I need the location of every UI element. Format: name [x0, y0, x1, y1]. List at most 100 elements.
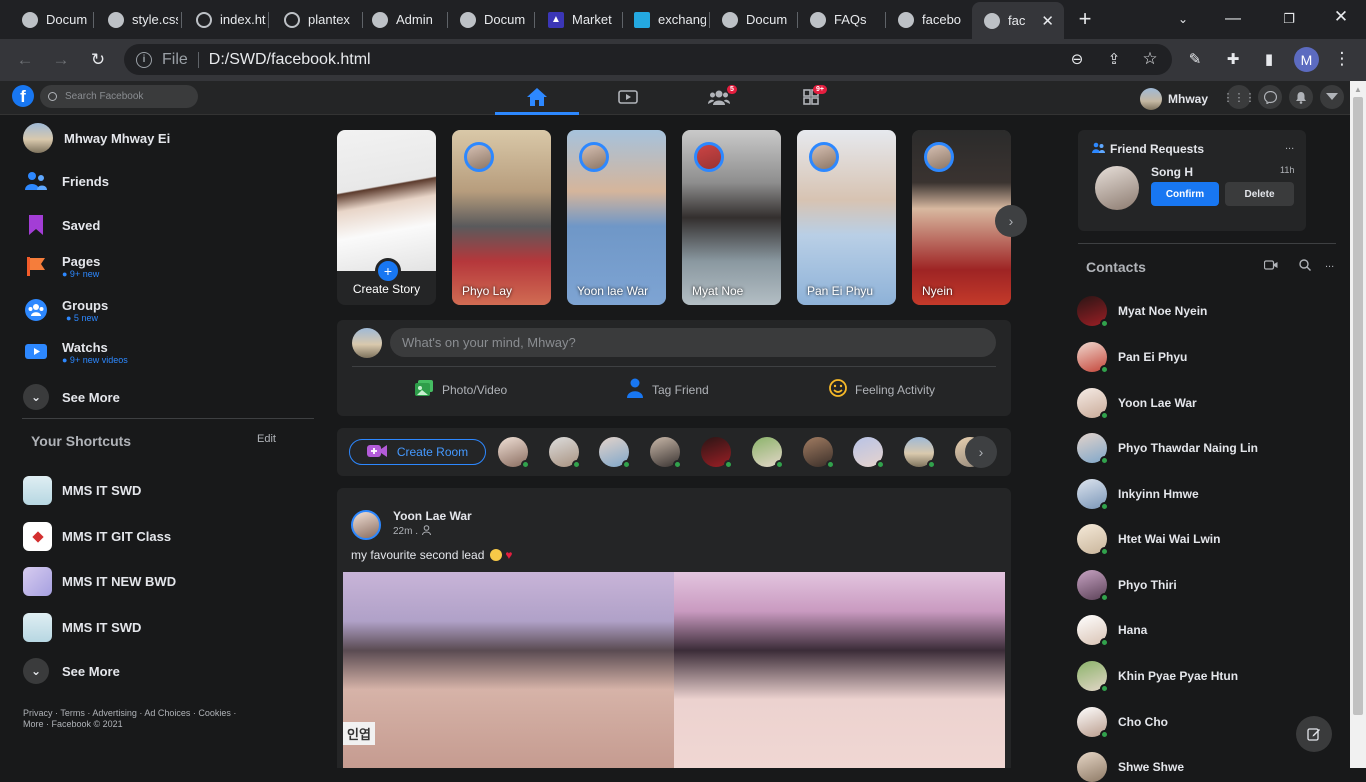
browser-tab[interactable]: FAQs — [798, 6, 882, 33]
avatar[interactable] — [1095, 166, 1139, 210]
browser-tab[interactable]: style.css — [96, 6, 178, 33]
new-message-edit-icon[interactable] — [1296, 716, 1332, 752]
browser-tab[interactable]: ▲ Market — [536, 6, 618, 33]
room-contact-avatar[interactable] — [752, 437, 784, 469]
status-input[interactable]: What's on your mind, Mhway? — [390, 328, 996, 357]
photo-video-button[interactable]: Photo/Video — [415, 380, 507, 399]
zoom-icon[interactable]: ⊖ — [1066, 48, 1088, 70]
browser-tab[interactable]: plantex — [272, 6, 360, 33]
messenger-icon[interactable] — [1258, 85, 1282, 109]
close-tab-icon[interactable]: ✕ — [1041, 12, 1054, 30]
watch-icon[interactable] — [617, 87, 639, 107]
reload-icon[interactable]: ↻ — [87, 49, 109, 71]
delete-button[interactable]: Delete — [1225, 182, 1294, 206]
confirm-button[interactable]: Confirm — [1151, 182, 1219, 206]
scrollbar-thumb[interactable] — [1353, 97, 1363, 715]
contact-item[interactable]: Htet Wai Wai Lwin — [1077, 524, 1220, 556]
contacts-more-icon[interactable]: ... — [1325, 258, 1334, 270]
see-more-button[interactable]: ⌄ See More — [23, 384, 120, 410]
browser-tab[interactable]: Docum — [448, 6, 528, 33]
create-story-card[interactable]: + Create Story — [337, 130, 436, 305]
browser-tab[interactable]: index.ht — [184, 6, 266, 33]
browser-tab[interactable]: Admin — [360, 6, 444, 33]
account-dropdown-icon[interactable] — [1320, 85, 1344, 109]
see-more-shortcuts-button[interactable]: ⌄ See More — [23, 658, 120, 684]
stories-next-button[interactable]: › — [995, 205, 1027, 237]
tab-search-icon[interactable]: ⌄ — [1172, 8, 1194, 30]
create-room-button[interactable]: Create Room — [349, 439, 486, 465]
contact-item[interactable]: Yoon Lae War — [1077, 388, 1197, 420]
video-call-icon[interactable] — [1263, 258, 1278, 272]
rooms-next-button[interactable]: › — [965, 436, 997, 468]
close-window-icon[interactable]: ✕ — [1330, 6, 1352, 28]
extensions-puzzle-icon[interactable]: ✚ — [1222, 48, 1244, 70]
home-icon[interactable] — [526, 87, 548, 107]
avatar[interactable] — [351, 510, 381, 540]
facebook-logo[interactable]: f — [12, 85, 34, 107]
new-tab-button[interactable]: + — [1074, 6, 1096, 31]
shortcut-item[interactable]: MMS IT SWD — [23, 613, 141, 642]
browser-tab-active[interactable]: fac ✕ — [972, 2, 1064, 39]
restore-icon[interactable]: ❐ — [1278, 8, 1300, 30]
pen-extension-icon[interactable]: ✎ — [1184, 48, 1206, 70]
sidebar-item-friends[interactable]: Friends — [23, 168, 109, 194]
room-contact-avatar[interactable] — [599, 437, 631, 469]
page-scrollbar[interactable]: ▲ — [1350, 81, 1366, 768]
shortcut-item[interactable]: MMS IT NEW BWD — [23, 567, 176, 596]
story-card[interactable]: Phyo Lay — [452, 130, 551, 305]
room-contact-avatar[interactable] — [498, 437, 530, 469]
notifications-bell-icon[interactable] — [1289, 85, 1313, 109]
browser-tab[interactable]: Docum — [710, 6, 796, 33]
url-text[interactable]: D:/SWD/facebook.html — [209, 51, 371, 69]
side-panel-icon[interactable]: ▮ — [1258, 48, 1280, 70]
bookmark-star-icon[interactable]: ☆ — [1139, 48, 1161, 70]
search-input[interactable]: Search Facebook — [40, 85, 198, 108]
room-contact-avatar[interactable] — [803, 437, 835, 469]
back-icon[interactable]: ← — [14, 49, 36, 71]
browser-tab[interactable]: exchang — [622, 6, 706, 33]
contact-item[interactable]: Pan Ei Phyu — [1077, 342, 1187, 374]
story-card[interactable]: Yoon lae War — [567, 130, 666, 305]
sidebar-item-pages[interactable]: Pages ● 9+ new — [23, 253, 100, 279]
contact-item[interactable]: Phyo Thiri — [1077, 570, 1177, 602]
shortcut-item[interactable]: MMS IT GIT Class — [23, 522, 171, 551]
footer-links[interactable]: Privacy · Terms · Advertising · Ad Choic… — [23, 708, 263, 730]
scroll-up-arrow-icon[interactable]: ▲ — [1354, 85, 1362, 94]
shortcut-item[interactable]: MMS IT SWD — [23, 476, 141, 505]
forward-icon[interactable]: → — [50, 49, 72, 71]
contact-item[interactable]: Inkyinn Hmwe — [1077, 479, 1199, 511]
contact-item[interactable]: Myat Noe Nyein — [1077, 296, 1207, 328]
address-bar[interactable]: i File D:/SWD/facebook.html — [124, 44, 1172, 75]
minimize-icon[interactable]: — — [1222, 8, 1244, 30]
request-name[interactable]: Song H — [1151, 165, 1193, 179]
contact-item[interactable]: Shwe Shwe — [1077, 752, 1184, 782]
friend-requests-more-icon[interactable]: ... — [1285, 140, 1294, 152]
contact-item[interactable]: Khin Pyae Pyae Htun — [1077, 661, 1238, 693]
sidebar-item-saved[interactable]: Saved — [23, 212, 100, 238]
contact-item[interactable]: Cho Cho — [1077, 707, 1168, 739]
contacts-search-icon[interactable] — [1299, 258, 1312, 271]
apps-menu-icon[interactable]: ⋮⋮⋮ — [1223, 85, 1256, 109]
room-contact-avatar[interactable] — [650, 437, 682, 469]
info-icon[interactable]: i — [136, 51, 152, 68]
shortcuts-edit-link[interactable]: Edit — [257, 433, 276, 445]
feeling-activity-button[interactable]: Feeling Activity — [829, 379, 935, 400]
header-profile[interactable]: Mhway — [1140, 88, 1208, 110]
room-contact-avatar[interactable] — [853, 437, 885, 469]
sidebar-item-watch[interactable]: Watchs ● 9+ new videos — [23, 339, 128, 365]
room-contact-avatar[interactable] — [904, 437, 936, 469]
room-contact-avatar[interactable] — [549, 437, 581, 469]
contact-item[interactable]: Hana — [1077, 615, 1147, 647]
post-image[interactable]: 인엽 — [343, 572, 1005, 768]
browser-menu-icon[interactable]: ⋮ — [1331, 48, 1353, 70]
story-card[interactable]: Myat Noe — [682, 130, 781, 305]
sidebar-profile[interactable]: Mhway Mhway Ei — [23, 123, 170, 153]
share-icon[interactable]: ⇪ — [1103, 48, 1125, 70]
sidebar-item-groups[interactable]: Groups ● 5 new — [23, 297, 108, 323]
tag-friend-button[interactable]: Tag Friend — [627, 378, 709, 401]
post-author[interactable]: Yoon Lae War — [393, 509, 472, 523]
browser-tab[interactable]: Docum — [10, 6, 90, 33]
contact-item[interactable]: Phyo Thawdar Naing Lin — [1077, 433, 1258, 465]
story-card[interactable]: Pan Ei Phyu — [797, 130, 896, 305]
profile-avatar[interactable]: M — [1294, 47, 1319, 72]
